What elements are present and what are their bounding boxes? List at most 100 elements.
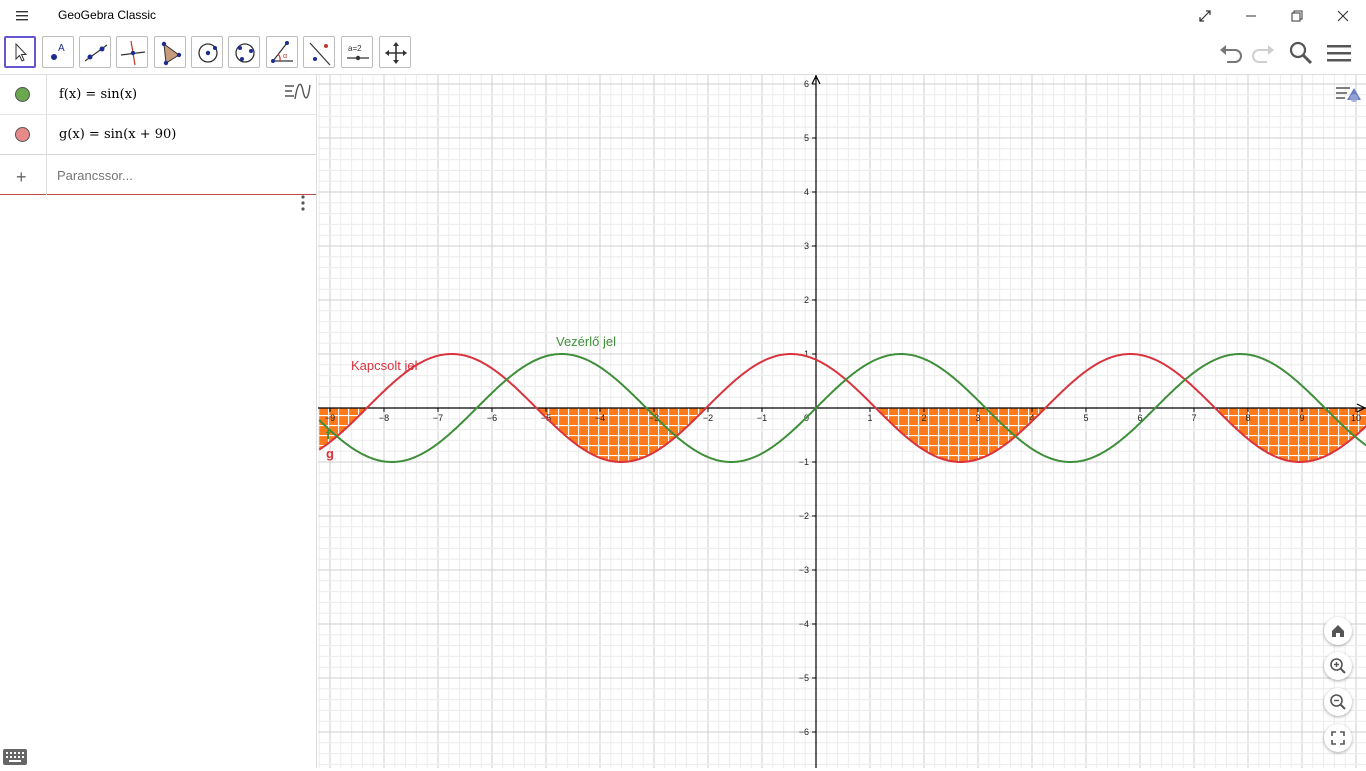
- search-button[interactable]: [1286, 38, 1316, 68]
- g-caption: Kapcsolt jel: [351, 358, 418, 373]
- app-title: GeoGebra Classic: [58, 8, 157, 22]
- title-bar: GeoGebra Classic: [0, 0, 1366, 32]
- style-bar-icon: [1336, 87, 1361, 102]
- visibility-toggle-g[interactable]: [15, 127, 30, 142]
- y-tick-label: 2: [804, 295, 809, 305]
- x-tick-label: −9: [325, 413, 335, 423]
- angle-tool-button[interactable]: α: [266, 36, 298, 68]
- move-graphics-tool-button[interactable]: [379, 36, 411, 68]
- fullscreen-expand-icon: [1331, 731, 1345, 745]
- perpendicular-line-tool-button[interactable]: [116, 36, 148, 68]
- move-icon: [15, 42, 28, 62]
- minimize-button[interactable]: [1228, 0, 1274, 32]
- polygon-tool-button[interactable]: [154, 36, 186, 68]
- reflect-icon: [309, 42, 331, 66]
- x-tick-label: −8: [379, 413, 389, 423]
- y-tick-label: −4: [799, 619, 809, 629]
- y-tick-label: −3: [799, 565, 809, 575]
- hamburger-menu-icon[interactable]: [12, 6, 32, 26]
- x-tick-label: −1: [757, 413, 767, 423]
- algebra-row-g[interactable]: g(x) = sin(x + 90): [0, 115, 316, 155]
- circle-three-points-icon: [235, 43, 255, 63]
- fullscreen-graphics-button[interactable]: [1324, 724, 1352, 752]
- move-graphics-icon: [385, 42, 407, 64]
- x-tick-label: 7: [1191, 413, 1196, 423]
- graph-canvas[interactable]: −9 −8 −7 −6 −5 −4 −3 −2 −1 0 1 2 3 4 5 6 7 8 9 10654321−1−2…: [318, 75, 1366, 768]
- algebra-view: f(x) = sin(x) g(x) = sin(x + 90) +: [0, 75, 317, 768]
- slider-tool-button[interactable]: a=2: [341, 36, 373, 68]
- circle-center-point-icon: [198, 43, 218, 63]
- axes: −9 −8 −7 −6 −5 −4 −3 −2 −1 0 1 2 3 4 5 6 7 8 9 10654321−1−2…: [318, 75, 1366, 768]
- perpendicular-line-icon: [120, 40, 146, 66]
- y-tick-label: 6: [804, 79, 809, 89]
- move-tool-button[interactable]: [4, 36, 36, 68]
- graphics-view[interactable]: −9 −8 −7 −6 −5 −4 −3 −2 −1 0 1 2 3 4 5 6 7 8 9 10 6 5 4 3 2 1 −1 −2…: [318, 75, 1366, 768]
- more-options-icon[interactable]: [296, 193, 310, 213]
- x-tick-label: 5: [1083, 413, 1088, 423]
- line-tool-button[interactable]: [79, 36, 111, 68]
- f-name-label: f: [326, 427, 331, 442]
- angle-icon: α: [271, 41, 293, 63]
- shaded-region: [319, 408, 1366, 462]
- x-tick-label: 2: [921, 413, 926, 423]
- virtual-keyboard-button[interactable]: [2, 748, 28, 766]
- y-tick-label: 4: [804, 187, 809, 197]
- line-icon: [84, 44, 108, 62]
- expression-f[interactable]: f(x) = sin(x): [59, 87, 137, 102]
- algebra-row-f[interactable]: f(x) = sin(x): [0, 75, 316, 115]
- row-divider: [46, 155, 47, 195]
- close-button[interactable]: [1320, 0, 1366, 32]
- input-bar: +: [0, 155, 316, 195]
- f-caption: Vezérlő jel: [556, 334, 616, 349]
- home-icon: [1332, 625, 1344, 637]
- toolbar: A α a=2: [0, 32, 1366, 75]
- y-tick-label: −6: [799, 727, 809, 737]
- polygon-icon: [161, 41, 182, 66]
- y-tick-label: −5: [799, 673, 809, 683]
- search-icon: [1289, 41, 1313, 65]
- x-tick-label: −7: [433, 413, 443, 423]
- restore-button[interactable]: [1274, 0, 1320, 32]
- slider-icon: a=2: [347, 44, 369, 61]
- point-icon: A: [51, 43, 65, 60]
- main-menu-button[interactable]: [1324, 38, 1354, 68]
- point-tool-button[interactable]: A: [42, 36, 74, 68]
- circle-tool-button[interactable]: [191, 36, 223, 68]
- x-tick-label: −6: [487, 413, 497, 423]
- svg-text:A: A: [58, 43, 65, 54]
- zoom-in-icon: [1330, 658, 1346, 674]
- add-icon[interactable]: +: [16, 167, 27, 188]
- visibility-toggle-f[interactable]: [15, 87, 30, 102]
- y-tick-label: −2: [799, 511, 809, 521]
- x-tick-label: 3: [975, 413, 980, 423]
- expression-g[interactable]: g(x) = sin(x + 90): [59, 127, 176, 142]
- zoom-in-button[interactable]: [1324, 652, 1352, 680]
- keyboard-icon: [3, 749, 27, 765]
- menu-icon: [1327, 45, 1351, 62]
- fullscreen-icon[interactable]: [1182, 0, 1228, 32]
- zoom-out-icon: [1330, 694, 1346, 710]
- y-tick-label: 5: [804, 133, 809, 143]
- redo-button[interactable]: [1248, 38, 1278, 68]
- svg-text:α: α: [283, 53, 287, 60]
- y-tick-label: 3: [804, 241, 809, 251]
- x-tick-label: −4: [595, 413, 605, 423]
- slider-tool-label: a=2: [348, 44, 362, 53]
- command-input[interactable]: [57, 168, 297, 183]
- x-tick-label: 9: [1299, 413, 1304, 423]
- zoom-out-button[interactable]: [1324, 688, 1352, 716]
- grid: [318, 75, 1366, 768]
- integral-fill-region: [319, 408, 1366, 462]
- x-tick-label: 10: [1351, 413, 1361, 423]
- y-tick-label: −1: [799, 457, 809, 467]
- undo-button[interactable]: [1216, 38, 1246, 68]
- g-name-label: g: [326, 446, 334, 461]
- x-tick-label: 8: [1245, 413, 1250, 423]
- style-bar-toggle[interactable]: [1332, 79, 1364, 109]
- standard-view-button[interactable]: [1324, 617, 1352, 645]
- x-tick-label: −2: [703, 413, 713, 423]
- circle-three-points-tool-button[interactable]: [228, 36, 260, 68]
- row-divider: [46, 115, 47, 155]
- row-divider: [46, 75, 47, 115]
- reflect-tool-button[interactable]: [303, 36, 335, 68]
